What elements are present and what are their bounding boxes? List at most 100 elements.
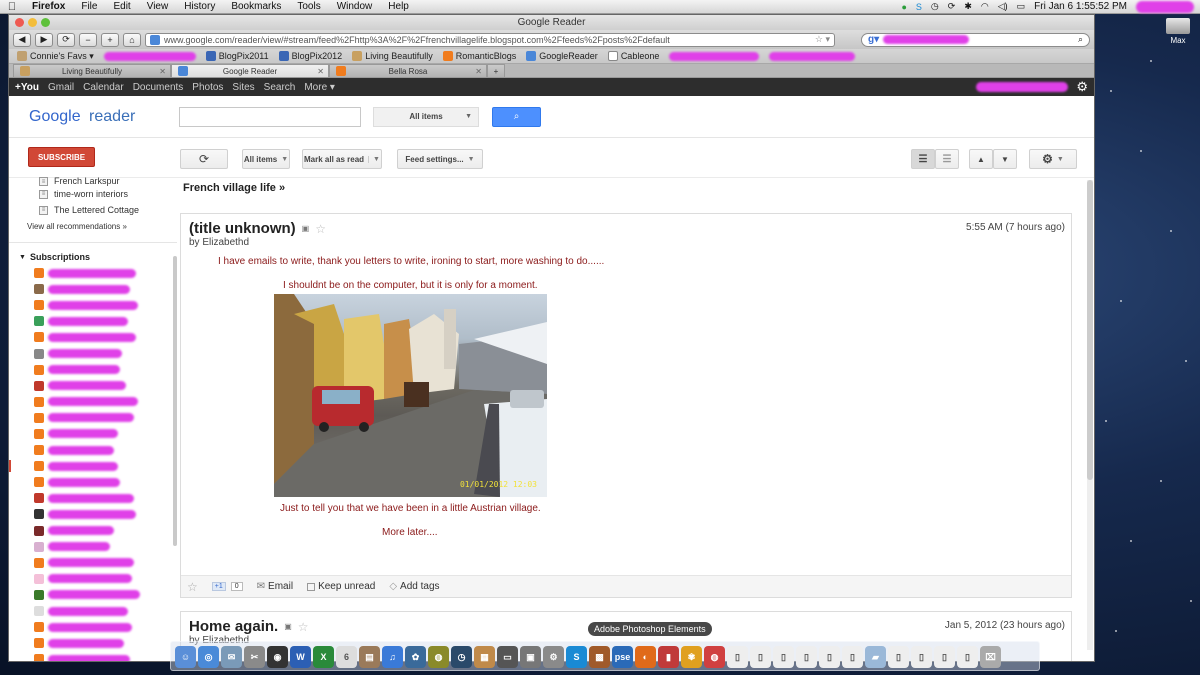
close-tab-icon[interactable]: ✕ <box>317 67 324 76</box>
menu-bookmarks[interactable]: Bookmarks <box>223 1 289 12</box>
tab-bella-rosa[interactable]: Bella Rosa ✕ <box>329 64 487 77</box>
contacts-icon[interactable]: ▦ <box>474 646 495 668</box>
menu-app-name[interactable]: Firefox <box>24 1 73 12</box>
entry-title[interactable]: Home again. ▣ ☆ <box>189 618 309 635</box>
wifi-icon[interactable]: ◠ <box>981 1 989 12</box>
battery-icon[interactable]: ▭ <box>1017 1 1026 12</box>
monitor-icon[interactable]: ▭ <box>497 646 518 668</box>
list-view-button[interactable]: ☰ <box>935 149 959 169</box>
subscription-item[interactable] <box>9 555 177 571</box>
expanded-view-button[interactable]: ☰ <box>911 149 935 169</box>
menu-edit[interactable]: Edit <box>105 1 138 12</box>
firefox-icon[interactable]: ◐ <box>635 646 656 668</box>
document-icon[interactable]: ▯ <box>819 646 840 668</box>
plus-one-button[interactable]: +1 0 <box>211 582 243 591</box>
keep-unread-action[interactable]: Keep unread <box>307 581 375 592</box>
subscription-item[interactable] <box>9 265 177 281</box>
ical-icon[interactable]: 6 <box>336 646 357 668</box>
menubar-clock[interactable]: Fri Jan 6 1:55:52 PM <box>1034 1 1127 12</box>
zoom-out-button[interactable]: − <box>79 32 97 47</box>
trash-icon[interactable]: ⌧ <box>980 646 1001 668</box>
minimize-window-icon[interactable] <box>28 18 37 27</box>
subscription-item[interactable] <box>9 458 177 474</box>
document-icon[interactable]: ▯ <box>773 646 794 668</box>
document-icon[interactable]: ▯ <box>750 646 771 668</box>
bookmark-cableone[interactable]: Cableone <box>607 51 659 61</box>
folder-icon[interactable]: ▰ <box>865 646 886 668</box>
skype-icon[interactable]: S <box>566 646 587 668</box>
bookmark-connies-favs[interactable]: Connie's Favs ▾ <box>17 51 94 62</box>
next-item-button[interactable]: ▼ <box>993 149 1017 169</box>
itunes-icon[interactable]: ♫ <box>382 646 403 668</box>
scrollbar-thumb[interactable] <box>1087 180 1093 480</box>
document-icon[interactable]: ▯ <box>888 646 909 668</box>
subscription-item[interactable] <box>9 410 177 426</box>
printer-icon[interactable]: ▣ <box>520 646 541 668</box>
document-icon[interactable]: ▯ <box>842 646 863 668</box>
document-icon[interactable]: ▯ <box>957 646 978 668</box>
preview-icon[interactable]: ✂ <box>244 646 265 668</box>
iphoto-icon[interactable]: ✿ <box>405 646 426 668</box>
subscribe-button[interactable]: SUBSCRIBE <box>28 147 95 167</box>
search-scope-dropdown[interactable]: All items ▼ <box>373 106 479 127</box>
home-button[interactable]: ⌂ <box>123 32 141 47</box>
bookmark-romanticblogs[interactable]: RomanticBlogs <box>442 51 516 61</box>
window-titlebar[interactable]: Google Reader <box>9 15 1094 30</box>
feed-title-link[interactable]: French village life » <box>179 176 1094 200</box>
address-book-icon[interactable]: ▤ <box>359 646 380 668</box>
feed-settings-dropdown[interactable]: Feed settings... ▼ <box>397 149 483 169</box>
bookmark-living-beautifully[interactable]: Living Beautifully <box>352 51 433 61</box>
add-tags-action[interactable]: ◇ Add tags <box>389 581 439 592</box>
subscription-item[interactable] <box>9 523 177 539</box>
gbar-plus-you[interactable]: +You <box>15 82 45 93</box>
subscriptions-header[interactable]: ▼ Subscriptions <box>9 249 177 265</box>
word-icon[interactable]: W <box>290 646 311 668</box>
subscription-item[interactable] <box>9 297 177 313</box>
external-link-icon[interactable]: ▣ <box>302 224 310 233</box>
menu-history[interactable]: History <box>176 1 223 12</box>
close-window-icon[interactable] <box>15 18 24 27</box>
gbar-search[interactable]: Search <box>264 82 302 93</box>
star-icon[interactable]: ☆ <box>315 222 326 236</box>
subscription-item[interactable] <box>9 635 177 651</box>
subscription-item[interactable] <box>9 394 177 410</box>
finder-icon[interactable]: ☺ <box>175 646 196 668</box>
redacted-account-name[interactable] <box>976 82 1069 92</box>
photo-icon[interactable]: ▩ <box>589 646 610 668</box>
star-icon[interactable]: ☆ <box>298 620 309 634</box>
menu-window[interactable]: Window <box>329 1 381 12</box>
subscription-item[interactable] <box>9 539 177 555</box>
bookmark-blogpix2011[interactable]: BlogPix2011 <box>205 51 269 61</box>
search-bar[interactable]: g▾ ⌕ <box>861 32 1090 47</box>
bookmark-star-icon[interactable]: ☆ ▾ <box>815 34 830 45</box>
new-tab-button[interactable]: + <box>487 64 505 77</box>
skype-tray-icon[interactable]: S <box>916 2 922 12</box>
subscription-item[interactable] <box>9 313 177 329</box>
gbar-documents[interactable]: Documents <box>133 82 190 93</box>
search-input[interactable] <box>179 106 361 127</box>
document-icon[interactable]: ▯ <box>911 646 932 668</box>
hard-drive-icon[interactable]: Max <box>1164 18 1192 45</box>
main-scrollbar[interactable] <box>1087 180 1093 650</box>
mail-icon[interactable]: ✉ <box>221 646 242 668</box>
subscription-item[interactable] <box>9 474 177 490</box>
bookmark-googlereader[interactable]: GoogleReader <box>526 51 598 61</box>
subscription-item[interactable] <box>9 345 177 361</box>
star-icon[interactable]: ☆ <box>187 580 198 594</box>
all-items-dropdown[interactable]: All items ▼ <box>242 149 290 169</box>
search-magnifier-icon[interactable]: ⌕ <box>1078 34 1083 45</box>
gbar-calendar[interactable]: Calendar <box>83 82 130 93</box>
gbar-gmail[interactable]: Gmail <box>48 82 80 93</box>
menu-view[interactable]: View <box>139 1 177 12</box>
volume-icon[interactable]: ◁) <box>998 1 1008 12</box>
subscription-item[interactable] <box>9 571 177 587</box>
mark-all-as-read-button[interactable]: Mark all as read ▼ <box>302 149 382 169</box>
zoom-window-icon[interactable] <box>41 18 50 27</box>
document-icon[interactable]: ▯ <box>727 646 748 668</box>
garageband-icon[interactable]: ◍ <box>428 646 449 668</box>
sidebar-scrollbar[interactable] <box>173 256 177 546</box>
subscription-item[interactable] <box>9 362 177 378</box>
menu-help[interactable]: Help <box>380 1 417 12</box>
close-tab-icon[interactable]: ✕ <box>475 67 482 76</box>
apple-menu-icon[interactable]:  <box>0 1 24 13</box>
